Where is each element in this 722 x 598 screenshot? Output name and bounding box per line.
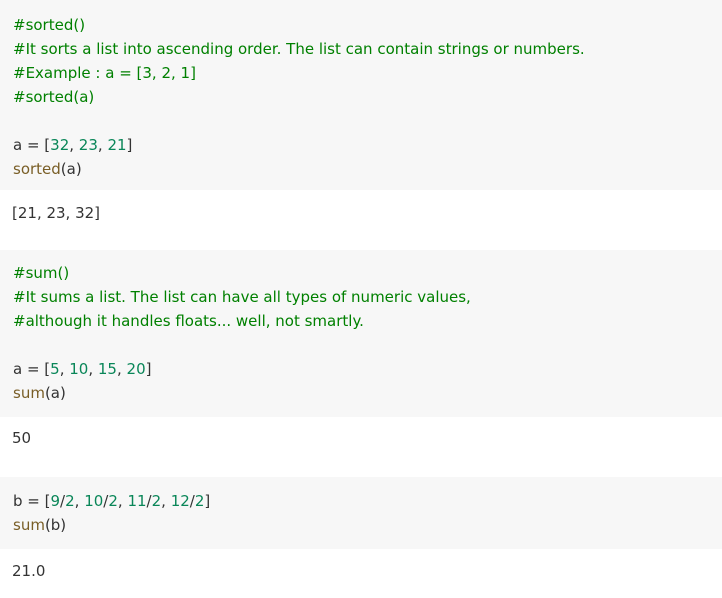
number-token: 32 [50,136,70,154]
code-token: ] [204,492,211,510]
code-token: , [117,492,128,510]
number-token: 11 [127,492,147,510]
number-token: 10 [69,360,89,378]
number-token: 10 [84,492,104,510]
code-token: , [74,492,85,510]
code-token: , [59,360,70,378]
number-token: 9 [50,492,61,510]
number-token: 23 [78,136,98,154]
number-token: 5 [50,360,60,378]
code-line: a = [32, 23, 21] [13,133,709,157]
notebook: #sorted() #It sorts a list into ascending… [0,0,722,598]
comment-token: #It sums a list. The list can have all t… [13,288,471,306]
output-sum: 50 [12,429,32,447]
code-token: ] [126,136,133,154]
comment-token: #sum() [13,264,70,282]
comment-token: #although it handles floats... well, not… [13,312,364,330]
number-token: 2 [151,492,162,510]
number-token: 20 [126,360,146,378]
number-token: 21 [107,136,127,154]
number-token: 2 [108,492,118,510]
code-token: ] [145,360,152,378]
code-cell-sum-floats[interactable]: b = [9/2, 10/2, 11/2, 12/2] sum(b) [0,477,722,549]
code-token: (b) [44,516,67,534]
code-token: a = [ [13,136,51,154]
code-token: a = [ [13,360,51,378]
number-token: 15 [97,360,117,378]
output-sorted: [21, 23, 32] [12,204,101,222]
code-token: (a) [44,384,66,402]
code-token: , [161,492,171,510]
code-token: , [69,136,79,154]
code-line: #Example : a = [3, 2, 1] [13,61,709,85]
code-line: #sorted() [13,13,709,37]
output-sum-floats: 21.0 [12,562,46,580]
code-token: , [116,360,127,378]
code-cell-sorted[interactable]: #sorted() #It sorts a list into ascending… [0,0,722,190]
comment-token: #sorted(a) [13,88,95,106]
function-token: sum [13,516,45,534]
number-token: 12 [170,492,190,510]
code-line: #It sums a list. The list can have all t… [13,285,709,309]
code-line: a = [5, 10, 15, 20] [13,357,709,381]
function-token: sorted [13,160,61,178]
code-token: , [88,360,98,378]
code-line: #although it handles floats... well, not… [13,309,709,333]
code-line: sum(b) [13,513,709,537]
number-token: 2 [194,492,205,510]
comment-token: #It sorts a list into ascending order. T… [13,40,585,58]
code-token: (a) [60,160,82,178]
code-cell-sum[interactable]: #sum() #It sums a list. The list can have… [0,250,722,417]
code-token: , [97,136,108,154]
code-line: b = [9/2, 10/2, 11/2, 12/2] [13,489,709,513]
number-token: 2 [65,492,75,510]
code-line: #sorted(a) [13,85,709,109]
comment-token: #Example : a = [3, 2, 1] [13,64,196,82]
code-token: b = [ [13,492,51,510]
comment-token: #sorted() [13,16,86,34]
code-line: #It sorts a list into ascending order. T… [13,37,709,61]
code-line: sum(a) [13,381,709,405]
code-line: #sum() [13,261,709,285]
code-line: sorted(a) [13,157,709,181]
function-token: sum [13,384,45,402]
